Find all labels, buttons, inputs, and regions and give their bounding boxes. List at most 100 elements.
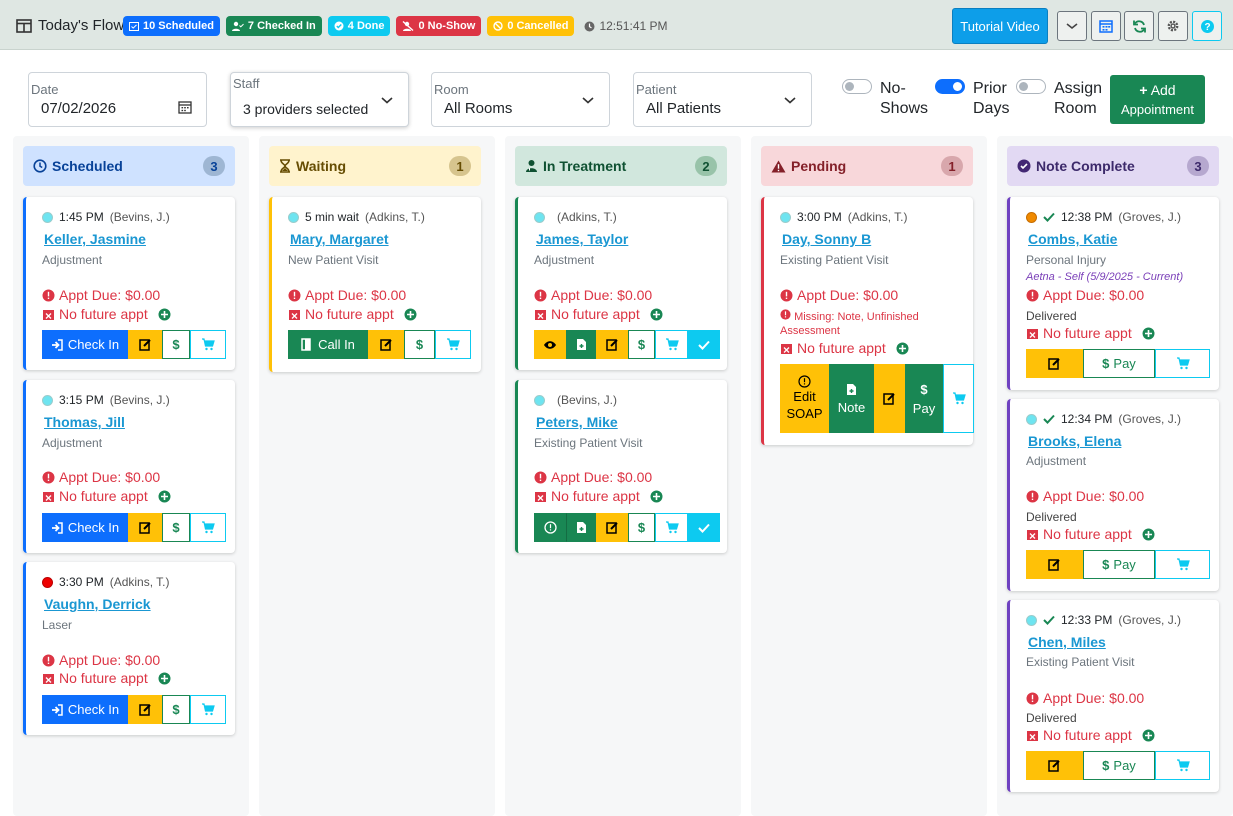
edit-button[interactable] (596, 513, 628, 542)
check-in-button[interactable]: Check In (42, 695, 128, 724)
plus-circle-icon[interactable] (650, 490, 663, 503)
edit-button[interactable] (128, 513, 162, 542)
edit-button[interactable] (1026, 349, 1083, 378)
patient-link[interactable]: Vaughn, Derrick (44, 596, 151, 612)
plus-circle-icon[interactable] (158, 308, 171, 321)
patient-link[interactable]: Peters, Mike (536, 414, 618, 430)
clock-icon (584, 21, 595, 31)
complete-button[interactable] (688, 330, 720, 359)
calendar-button[interactable] (1091, 11, 1121, 41)
payment-button[interactable]: $ (404, 330, 435, 359)
edit-icon (1048, 358, 1060, 370)
note-button[interactable]: Note (829, 364, 874, 433)
pay-button[interactable]: $ Pay (1083, 550, 1155, 579)
patient-link[interactable]: Brooks, Elena (1028, 433, 1121, 449)
cart-button[interactable] (190, 330, 226, 359)
edit-button[interactable] (1026, 751, 1083, 780)
edit-soap-button[interactable]: Edit SOAP (780, 364, 829, 433)
appointment-card[interactable]: (Bevins, J.) Peters, Mike Existing Patie… (515, 380, 727, 553)
check-in-button[interactable]: Check In (42, 513, 128, 542)
cart-button[interactable] (435, 330, 471, 359)
room-filter[interactable]: Room All Rooms (431, 72, 610, 127)
plus-circle-icon[interactable] (1142, 327, 1155, 340)
add-appointment-button[interactable]: + Add Appointment (1110, 75, 1205, 124)
complete-button[interactable] (688, 513, 720, 542)
add-label: Add (1150, 82, 1176, 98)
treatment-header: In Treatment 2 (515, 146, 727, 186)
payment-button[interactable]: $ (162, 330, 190, 359)
appointment-card[interactable]: 1:45 PM (Bevins, J.) Keller, Jasmine Adju… (23, 197, 235, 370)
patient-link[interactable]: Day, Sonny B (782, 231, 871, 247)
alert-button[interactable] (534, 513, 566, 542)
note-button[interactable] (566, 330, 596, 359)
payment-button[interactable]: $ (628, 330, 655, 359)
date-filter[interactable]: Date 07/02/2026 (28, 72, 207, 127)
tutorial-video-button[interactable]: Tutorial Video (952, 8, 1048, 44)
cart-button[interactable] (655, 330, 688, 359)
patient-link[interactable]: Thomas, Jill (44, 414, 125, 430)
appointment-card[interactable]: 3:15 PM (Bevins, J.) Thomas, Jill Adjustm… (23, 380, 235, 553)
help-button[interactable]: ? (1192, 11, 1222, 41)
calendar-picker-icon[interactable] (178, 100, 192, 117)
no-shows-toggle[interactable]: No- Shows (842, 79, 928, 119)
settings-button[interactable] (1158, 11, 1188, 41)
appointment-card[interactable]: 3:30 PM (Adkins, T.) Vaughn, Derrick Lase… (23, 562, 235, 735)
edit-button[interactable] (128, 695, 162, 724)
patient-link[interactable]: Chen, Miles (1028, 634, 1106, 650)
edit-button[interactable] (596, 330, 628, 359)
prior-days-switch[interactable] (935, 79, 965, 94)
payment-button[interactable]: $ (162, 695, 190, 724)
done-badge: 4 Done (327, 16, 391, 36)
appointment-card[interactable]: 5 min wait (Adkins, T.) Mary, Margaret Ne… (269, 197, 481, 372)
plus-circle-icon[interactable] (896, 342, 909, 355)
cart-button[interactable] (655, 513, 688, 542)
pay-button[interactable]: $ Pay (1083, 349, 1155, 378)
pay-button[interactable]: $ Pay (905, 364, 943, 433)
assign-room-toggle[interactable]: Assign Room (1016, 79, 1102, 119)
waiting-count: 1 (449, 156, 471, 176)
top-bar: Today's Flow 10 Scheduled 7 Checked In 4… (0, 0, 1233, 50)
payment-button[interactable]: $ (628, 513, 655, 542)
cart-button[interactable] (1155, 550, 1210, 579)
plus-circle-icon[interactable] (158, 490, 171, 503)
plus-circle-icon[interactable] (650, 308, 663, 321)
plus-circle-icon[interactable] (1142, 729, 1155, 742)
cart-button[interactable] (190, 695, 226, 724)
patient-link[interactable]: James, Taylor (536, 231, 628, 247)
collapse-toggle-button[interactable] (1057, 11, 1087, 41)
cart-button[interactable] (190, 513, 226, 542)
edit-button[interactable] (874, 364, 905, 433)
edit-button[interactable] (1026, 550, 1083, 579)
payment-button[interactable]: $ (162, 513, 190, 542)
appointment-card[interactable]: 12:38 PM (Groves, J.) Combs, Katie Person… (1007, 197, 1219, 390)
appointment-card[interactable]: 12:34 PM (Groves, J.) Brooks, Elena Adjus… (1007, 399, 1219, 591)
insurance-info: Aetna - Self (5/9/2025 - Current) (1026, 271, 1184, 283)
appointment-card[interactable]: 12:33 PM (Groves, J.) Chen, Miles Existin… (1007, 600, 1219, 792)
cart-button[interactable] (943, 364, 974, 433)
plus-circle-icon[interactable] (1142, 528, 1155, 541)
cart-button[interactable] (1155, 349, 1210, 378)
refresh-button[interactable] (1124, 11, 1154, 41)
appointment-card[interactable]: (Adkins, T.) James, Taylor Adjustment Ap… (515, 197, 727, 370)
cart-button[interactable] (1155, 751, 1210, 780)
view-button[interactable] (534, 330, 566, 359)
no-shows-label: No- Shows (880, 80, 929, 117)
no-shows-switch[interactable] (842, 79, 872, 94)
check-in-button[interactable]: Check In (42, 330, 128, 359)
staff-filter[interactable]: Staff 3 providers selected (230, 72, 409, 127)
edit-button[interactable] (368, 330, 404, 359)
patient-link[interactable]: Combs, Katie (1028, 231, 1117, 247)
note-button[interactable] (566, 513, 596, 542)
plus-circle-icon[interactable] (158, 672, 171, 685)
appointment-card[interactable]: 3:00 PM (Adkins, T.) Day, Sonny B Existin… (761, 197, 974, 445)
patient-link[interactable]: Mary, Margaret (290, 231, 389, 247)
assign-room-switch[interactable] (1016, 79, 1046, 94)
plus-circle-icon[interactable] (404, 308, 417, 321)
patient-link[interactable]: Keller, Jasmine (44, 231, 146, 247)
pay-button[interactable]: $ Pay (1083, 751, 1155, 780)
exclamation-circle-icon (534, 289, 547, 301)
prior-days-toggle[interactable]: Prior Days (935, 79, 1009, 119)
patient-filter[interactable]: Patient All Patients (633, 72, 812, 127)
edit-button[interactable] (128, 330, 162, 359)
call-in-button[interactable]: Call In (288, 330, 368, 359)
